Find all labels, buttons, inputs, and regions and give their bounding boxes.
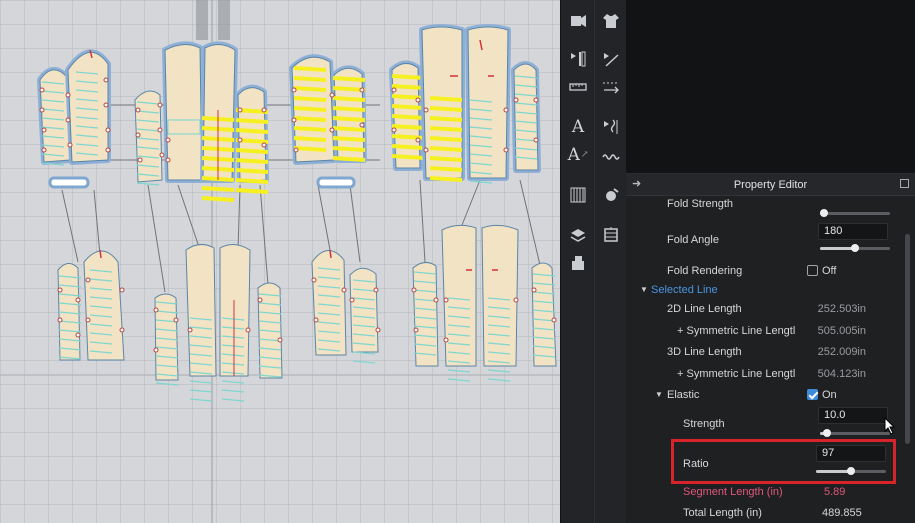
elastic-state: On — [822, 389, 837, 401]
symmetric-3d-row: + Symmetric Line Lengtl 504.123in — [626, 364, 902, 386]
fold-angle-row: Fold Angle 180 — [626, 222, 902, 252]
line-length-3d-row: 3D Line Length 252.009in — [626, 342, 902, 364]
elastic-expand-icon[interactable]: ▼ — [655, 390, 663, 399]
pattern-stack-icon[interactable] — [565, 250, 591, 276]
fold-angle-input[interactable]: 180 — [818, 223, 888, 240]
mouse-cursor-icon — [884, 417, 896, 435]
symmetric-2d-value: 505.005in — [817, 325, 866, 337]
ruler-icon[interactable] — [565, 74, 591, 100]
line-length-icon[interactable] — [565, 46, 591, 72]
symmetric-2d-label: + Symmetric Line Lengtl — [677, 325, 796, 337]
property-editor-titlebar: ➜ Property Editor — [626, 174, 915, 196]
line-length-2d-label: 2D Line Length — [667, 303, 742, 315]
stitch-icon[interactable] — [598, 142, 624, 168]
line-length-3d-label: 3D Line Length — [667, 346, 742, 358]
strength-input[interactable]: 10.0 — [818, 407, 888, 424]
fold-angle-label: Fold Angle — [667, 234, 719, 246]
elastic-line-icon[interactable] — [598, 114, 624, 140]
edit-line-icon[interactable] — [598, 46, 624, 72]
elastic-label: Elastic — [667, 389, 700, 401]
elastic-checkbox[interactable] — [807, 389, 818, 400]
symmetric-3d-value: 504.123in — [817, 368, 866, 380]
elastic-row[interactable]: ▼ Elastic On — [626, 385, 902, 407]
strength-label: Strength — [683, 418, 725, 430]
tape-icon[interactable] — [598, 182, 624, 208]
segment-length-row: Segment Length (in) 5.89 — [626, 482, 902, 504]
model-icon[interactable] — [598, 222, 624, 248]
selected-line-title: Selected Line — [651, 284, 718, 296]
fold-strength-slider[interactable] — [819, 209, 890, 217]
scrollbar[interactable] — [905, 234, 910, 444]
fold-rendering-state: Off — [822, 265, 837, 277]
line-length-2d-row: 2D Line Length 252.503in — [626, 299, 902, 321]
expand-triangle-icon[interactable]: ▼ — [640, 285, 648, 294]
pattern-layout-drawing[interactable] — [0, 0, 560, 523]
segment-length-label: Segment Length (in) — [683, 486, 783, 498]
panel-title: Property Editor — [733, 179, 808, 191]
viewport-3d-area[interactable] — [626, 0, 915, 173]
fold-rendering-checkbox[interactable] — [807, 265, 818, 276]
segment-length-value: 5.89 — [824, 486, 846, 498]
fold-strength-label: Fold Strength — [667, 198, 734, 210]
grid-icon[interactable] — [565, 182, 591, 208]
symmetric-2d-row: + Symmetric Line Lengtl 505.005in — [626, 321, 902, 343]
line-length-2d-value: 252.503in — [817, 303, 866, 315]
property-editor-panel: ➜ Property Editor Fold Strength Fold Ang… — [626, 173, 915, 523]
tool-strip-right — [594, 0, 626, 523]
fabric-icon[interactable] — [565, 222, 591, 248]
elastic-strength-row: Strength 10.0 — [626, 406, 902, 437]
total-length-label: Total Length (in) — [683, 507, 762, 519]
text-edit-icon[interactable]: A ↗ — [565, 142, 591, 168]
symmetric-3d-label: + Symmetric Line Lengtl — [677, 368, 796, 380]
segment-measure-icon[interactable] — [598, 74, 624, 100]
fold-rendering-label: Fold Rendering — [667, 265, 743, 277]
total-length-row: Total Length (in) 489.855 — [626, 503, 902, 523]
fold-angle-slider[interactable] — [820, 244, 890, 252]
line-length-3d-value: 252.009in — [817, 346, 866, 358]
garment-icon[interactable] — [598, 8, 624, 34]
avatar-toggle-icon[interactable] — [565, 8, 591, 34]
tool-strip-left: A A ↗ — [560, 0, 594, 523]
fold-strength-row: Fold Strength — [626, 194, 902, 217]
text-add-icon[interactable]: A — [565, 114, 591, 140]
total-length-value: 489.855 — [822, 507, 862, 519]
strength-slider[interactable] — [820, 429, 890, 437]
pattern-2d-canvas[interactable] — [0, 0, 560, 523]
ratio-highlight-box — [671, 439, 896, 484]
restore-window-icon[interactable] — [900, 179, 909, 188]
